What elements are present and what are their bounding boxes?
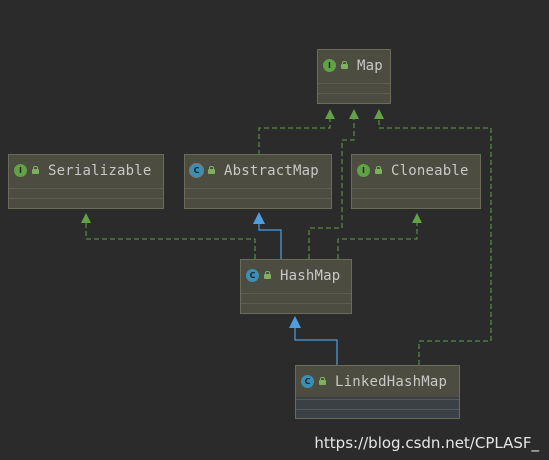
node-label-cloneable: Cloneable [391, 162, 469, 179]
divider [318, 93, 390, 94]
lock-icon [340, 61, 349, 70]
lock-icon [263, 271, 272, 280]
divider [318, 83, 390, 84]
node-header: I Serializable [9, 155, 163, 186]
divider [9, 198, 163, 199]
divider [9, 188, 163, 189]
divider [296, 409, 459, 410]
divider [352, 188, 480, 189]
interface-icon: I [357, 164, 370, 177]
edge-linkedhashmap-implements-map [374, 109, 492, 365]
node-map[interactable]: I Map [317, 49, 391, 104]
node-label-map: Map [357, 57, 383, 74]
node-header: C HashMap [241, 260, 351, 291]
node-label-serializable: Serializable [48, 162, 152, 179]
edge-hashmap-implements-serializable [81, 213, 256, 259]
interface-icon: I [323, 59, 336, 72]
divider [241, 303, 351, 304]
node-header: I Map [318, 50, 390, 81]
node-serializable[interactable]: I Serializable [8, 154, 164, 209]
divider [352, 198, 480, 199]
edge-hashmap-implements-cloneable [337, 213, 422, 259]
node-abstractmap[interactable]: C AbstractMap [184, 154, 332, 209]
node-label-linkedhashmap: LinkedHashMap [335, 373, 448, 390]
watermark: https://blog.csdn.net/CPLASF_ [314, 434, 539, 452]
divider [185, 198, 331, 199]
node-label-hashmap: HashMap [280, 267, 341, 284]
interface-icon: I [14, 164, 27, 177]
lock-icon [207, 166, 216, 175]
lock-icon [374, 166, 383, 175]
node-header: C AbstractMap [185, 155, 331, 186]
lock-icon [31, 166, 40, 175]
node-label-abstractmap: AbstractMap [224, 162, 319, 179]
node-header: C LinkedHashMap [296, 366, 459, 397]
abstract-class-icon: C [190, 164, 203, 177]
divider [241, 293, 351, 294]
edge-linkedhashmap-extends-hashmap [289, 316, 338, 365]
class-icon: C [246, 269, 259, 282]
edge-abstractmap-implements-map [258, 109, 335, 155]
node-linkedhashmap[interactable]: C LinkedHashMap [295, 365, 460, 419]
node-hashmap[interactable]: C HashMap [240, 259, 352, 314]
node-cloneable[interactable]: I Cloneable [351, 154, 481, 209]
node-header: I Cloneable [352, 155, 480, 186]
class-icon: C [301, 375, 314, 388]
edges-layer [81, 109, 492, 365]
divider [296, 399, 459, 400]
edge-hashmap-extends-abstractmap [253, 212, 282, 259]
divider [185, 188, 331, 189]
lock-icon [318, 377, 327, 386]
